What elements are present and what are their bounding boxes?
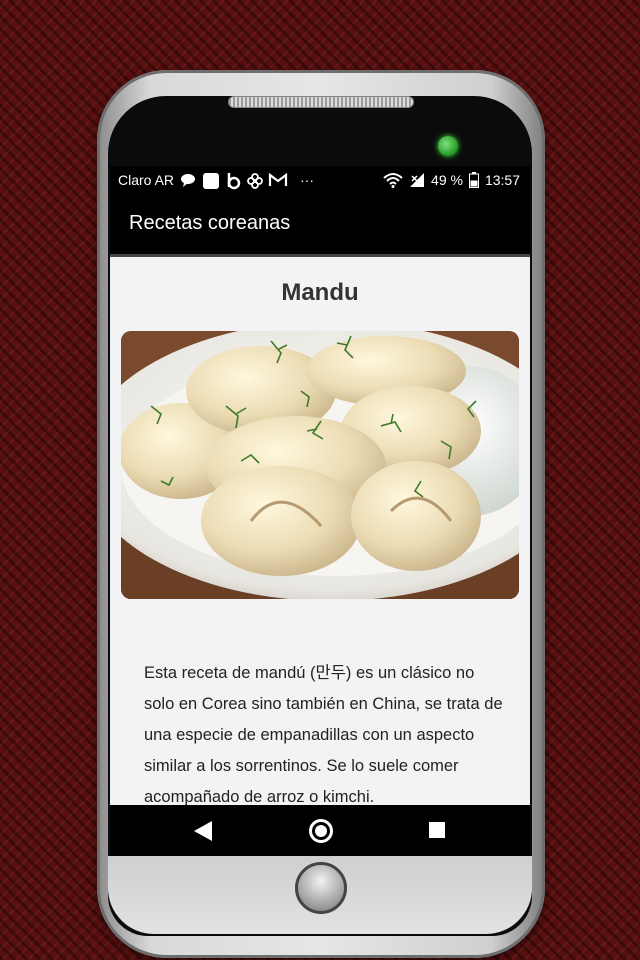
carrier-name: Claro AR <box>118 172 175 188</box>
battery-percent: 49 % <box>431 172 463 188</box>
clock: 13:57 <box>484 172 520 188</box>
square-app-icon <box>202 172 220 189</box>
recents-icon[interactable] <box>429 822 445 838</box>
status-bar: Claro AR ··· 49 % 13:57 <box>110 166 530 196</box>
pinwheel-icon <box>246 172 263 189</box>
speaker-grill <box>228 96 414 108</box>
battery-icon <box>468 172 479 188</box>
recipe-description: Esta receta de mandú (만두) es un clásico … <box>144 663 503 806</box>
navigation-bar <box>110 805 530 856</box>
app-title: Recetas coreanas <box>129 212 291 234</box>
physical-home-button[interactable] <box>295 862 347 914</box>
back-icon[interactable] <box>194 821 212 841</box>
chat-bubble-icon <box>180 172 196 188</box>
b-app-icon <box>224 172 241 190</box>
more-notifications-indicator: ··· <box>300 172 315 188</box>
wifi-icon <box>383 172 403 188</box>
phone-screen: Claro AR ··· 49 % 13:57 Recetas coreanas… <box>110 166 530 856</box>
recipe-photo <box>121 331 519 599</box>
recipe-title: Mandu <box>281 279 359 306</box>
notification-led <box>438 136 458 156</box>
gmail-icon <box>268 172 288 188</box>
home-icon[interactable] <box>309 819 333 843</box>
recipe-content[interactable]: Mandu Esta receta de mandú (만두) es un cl… <box>110 257 530 805</box>
signal-icon <box>409 172 425 188</box>
app-toolbar: Recetas coreanas <box>110 196 530 257</box>
